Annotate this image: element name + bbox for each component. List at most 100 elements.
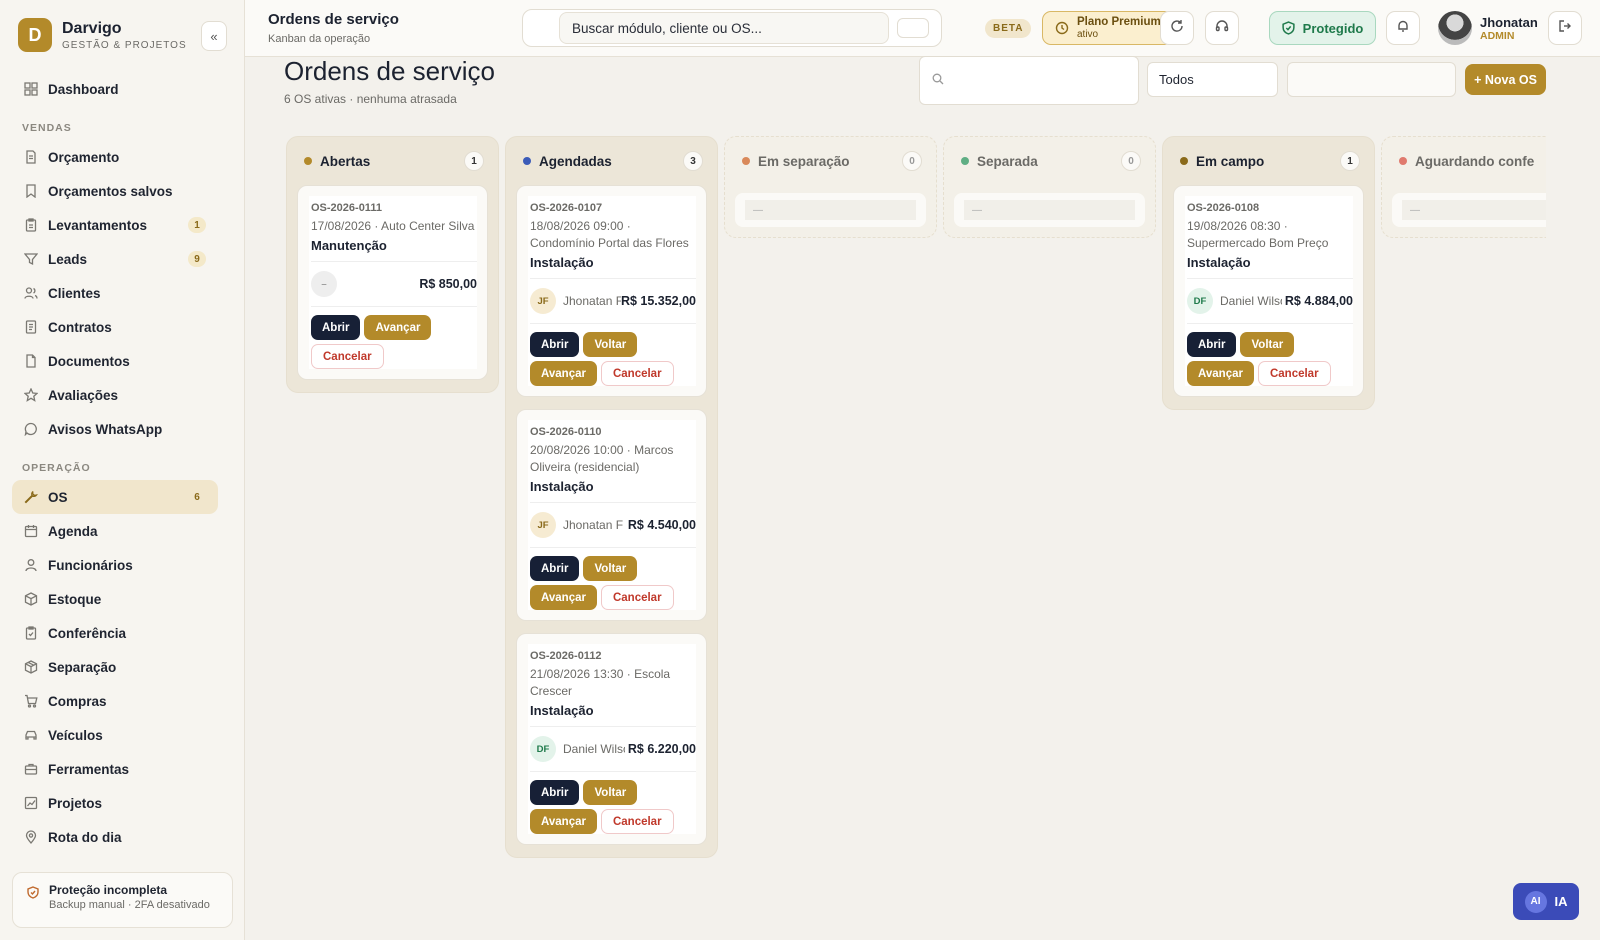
refresh-button[interactable] xyxy=(1160,11,1194,45)
sidebar-item-avaliacoes[interactable]: Avaliações xyxy=(12,378,218,412)
user-role: ADMIN xyxy=(1480,29,1515,42)
cancelar-button[interactable]: Cancelar xyxy=(311,344,384,369)
assignee-avatar: DF xyxy=(1187,288,1213,314)
divider xyxy=(311,261,477,262)
shield-check-icon xyxy=(1282,21,1295,35)
sidebar-item-separacao[interactable]: Separação xyxy=(12,650,218,684)
sidebar-item-rota-do-dia[interactable]: Rota do dia xyxy=(12,820,218,854)
collapse-sidebar-button[interactable]: « xyxy=(201,21,227,51)
topbar: Ordens de serviço Kanban da operação Bus… xyxy=(245,0,1600,57)
empty-column-placeholder: — xyxy=(954,193,1145,227)
package-icon xyxy=(24,660,38,674)
support-button[interactable] xyxy=(1205,11,1239,45)
sidebar-item-dashboard[interactable]: Dashboard xyxy=(12,72,218,106)
global-search[interactable]: Buscar módulo, cliente ou OS... xyxy=(522,9,942,47)
os-search-input[interactable] xyxy=(919,56,1139,105)
notifications-button[interactable] xyxy=(1386,11,1420,45)
brand-name: Darvigo xyxy=(62,19,122,37)
sidebar-item-documentos[interactable]: Documentos xyxy=(12,344,218,378)
os-type: Instalação xyxy=(530,255,594,270)
bookmark-icon xyxy=(24,184,38,198)
os-card[interactable]: OS-2026-0110 20/08/2026 10:00 · Marcos Ol… xyxy=(516,409,707,621)
voltar-button[interactable]: Voltar xyxy=(1240,332,1295,357)
sidebar-item-contratos[interactable]: Contratos xyxy=(12,310,218,344)
os-card[interactable]: OS-2026-0111 17/08/2026 · Auto Center Sil… xyxy=(297,185,488,380)
os-amount: R$ 15.352,00 xyxy=(620,294,696,308)
kanban-column: Aguardando confe — xyxy=(1381,136,1546,238)
protection-warning[interactable]: Proteção incompleta Backup manual · 2FA … xyxy=(12,872,233,928)
voltar-button[interactable]: Voltar xyxy=(583,332,638,357)
avancar-button[interactable]: Avançar xyxy=(364,315,432,340)
sidebar-item-ferramentas[interactable]: Ferramentas xyxy=(12,752,218,786)
date-filter-input[interactable] xyxy=(1287,62,1456,97)
column-header: Separada 0 xyxy=(944,137,1155,185)
cancelar-button[interactable]: Cancelar xyxy=(1257,361,1331,386)
sidebar-item-clientes[interactable]: Clientes xyxy=(12,276,218,310)
os-card[interactable]: OS-2026-0108 19/08/2026 08:30 · Supermerc… xyxy=(1173,185,1364,397)
nav-section-vendas: VENDAS xyxy=(22,122,72,134)
bell-icon xyxy=(1396,19,1410,38)
status-filter-select[interactable]: Todos xyxy=(1147,62,1278,97)
abrir-button[interactable]: Abrir xyxy=(311,315,361,340)
sidebar-item-orcamentos-salvos[interactable]: Orçamentos salvos xyxy=(12,174,218,208)
column-header: Agendadas 3 xyxy=(506,137,717,185)
status-dot xyxy=(523,157,531,165)
abrir-button[interactable]: Abrir xyxy=(530,556,580,581)
chart-icon xyxy=(24,796,38,810)
avancar-button[interactable]: Avançar xyxy=(530,585,597,610)
os-id[interactable]: OS-2026-0111 xyxy=(311,202,477,214)
voltar-button[interactable]: Voltar xyxy=(583,780,638,805)
brand[interactable]: D Darvigo GESTÃO & PROJETOS xyxy=(18,18,187,52)
kanban-column: Agendadas 3 OS-2026-0107 18/08/2026 09:00 ·… xyxy=(505,136,718,858)
ai-assistant-button[interactable]: AI IA xyxy=(1513,883,1579,920)
beta-badge: BETA xyxy=(985,19,1032,38)
sidebar-item-label: Veículos xyxy=(48,727,103,743)
divider xyxy=(530,771,696,772)
sidebar-item-label: Levantamentos xyxy=(48,217,148,233)
abrir-button[interactable]: Abrir xyxy=(1187,332,1237,357)
os-id[interactable]: OS-2026-0108 xyxy=(1187,202,1353,214)
cancelar-button[interactable]: Cancelar xyxy=(600,361,674,386)
voltar-button[interactable]: Voltar xyxy=(583,556,638,581)
sidebar-item-conferencia[interactable]: Conferência xyxy=(12,616,218,650)
abrir-button[interactable]: Abrir xyxy=(530,332,580,357)
sidebar-item-projetos[interactable]: Projetos xyxy=(12,786,218,820)
cancelar-button[interactable]: Cancelar xyxy=(600,809,674,834)
ai-label: IA xyxy=(1554,894,1568,909)
os-id[interactable]: OS-2026-0107 xyxy=(530,202,696,214)
os-id[interactable]: OS-2026-0110 xyxy=(530,426,696,438)
sidebar-item-veiculos[interactable]: Veículos xyxy=(12,718,218,752)
logout-button[interactable] xyxy=(1548,11,1582,45)
os-assignee-row: DF Daniel WilsonR$ 6.220,00 xyxy=(530,735,696,763)
abrir-button[interactable]: Abrir xyxy=(530,780,580,805)
plan-button[interactable]: Plano Premium ativo xyxy=(1042,11,1173,45)
cancelar-button[interactable]: Cancelar xyxy=(600,585,674,610)
sidebar-item-badge: 9 xyxy=(188,251,206,267)
user-menu[interactable]: Jhonatan ADMIN xyxy=(1438,11,1538,45)
sidebar-item-avisos-whatsapp[interactable]: Avisos WhatsApp xyxy=(12,412,218,446)
new-os-button[interactable]: + Nova OS xyxy=(1465,64,1546,95)
global-search-input[interactable]: Buscar módulo, cliente ou OS... xyxy=(559,12,889,44)
column-count-badge: 3 xyxy=(683,151,703,171)
protected-status-button[interactable]: Protegido xyxy=(1269,11,1376,45)
os-card[interactable]: OS-2026-0112 21/08/2026 13:30 · Escola Cr… xyxy=(516,633,707,845)
clipboard-icon xyxy=(24,218,38,232)
avancar-button[interactable]: Avançar xyxy=(1187,361,1254,386)
sidebar-item-os[interactable]: OS 6 xyxy=(12,480,218,514)
avancar-button[interactable]: Avançar xyxy=(530,809,597,834)
os-id[interactable]: OS-2026-0112 xyxy=(530,650,696,662)
empty-placeholder-text: — xyxy=(745,200,916,220)
sidebar-item-estoque[interactable]: Estoque xyxy=(12,582,218,616)
avatar xyxy=(1438,11,1472,45)
avancar-button[interactable]: Avançar xyxy=(530,361,597,386)
sidebar-item-leads[interactable]: Leads 9 xyxy=(12,242,218,276)
sidebar-item-orcamento[interactable]: Orçamento xyxy=(12,140,218,174)
sidebar-item-agenda[interactable]: Agenda xyxy=(12,514,218,548)
nav-section-operacao: OPERAÇÃO xyxy=(22,462,91,474)
sidebar-item-compras[interactable]: Compras xyxy=(12,684,218,718)
os-card[interactable]: OS-2026-0107 18/08/2026 09:00 · Condomíni… xyxy=(516,185,707,397)
wrench-icon xyxy=(24,490,38,504)
sidebar-item-label: Estoque xyxy=(48,591,102,607)
sidebar-item-levantamentos[interactable]: Levantamentos 1 xyxy=(12,208,218,242)
sidebar-item-funcionarios[interactable]: Funcionários xyxy=(12,548,218,582)
